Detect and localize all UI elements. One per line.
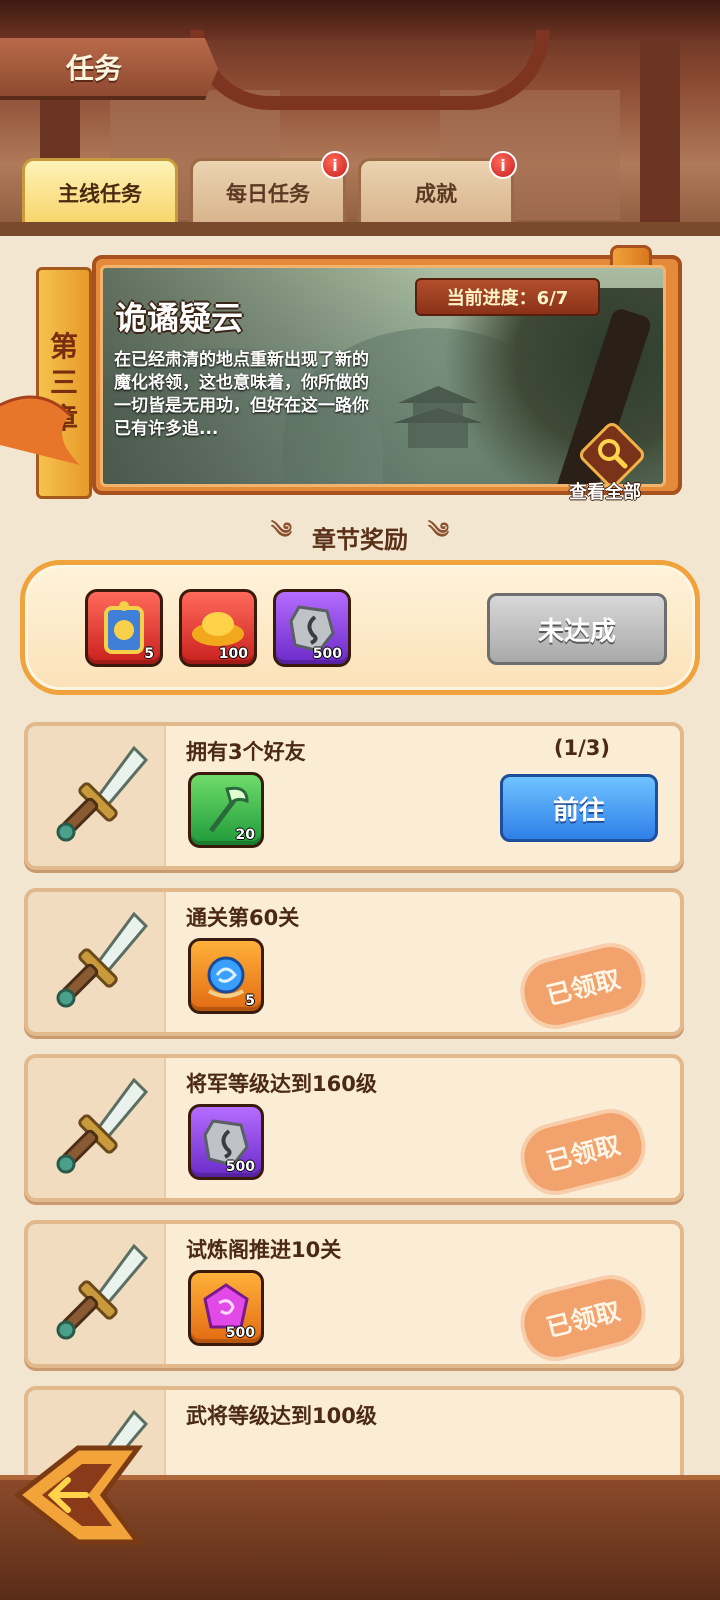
chapter-reward-header: ༄ 章节奖励 ༄ — [0, 515, 720, 559]
view-all-button[interactable]: 查看全部 — [555, 419, 655, 503]
task-name: 通关第60关 — [186, 906, 300, 930]
drape — [190, 30, 550, 110]
chapter-reward-panel: 5 100 500 未达成 — [20, 560, 700, 695]
task-row: 拥有3个好友 (1/3) 20 前往 — [24, 722, 684, 870]
gold-ingot-icon — [192, 612, 244, 646]
task-name: 拥有3个好友 — [186, 740, 306, 764]
claimed-stamp: 已领取 — [518, 1272, 648, 1364]
general-token-icon — [104, 601, 144, 654]
task-reward-item[interactable]: 500 — [188, 1104, 264, 1180]
task-icon-panel — [28, 892, 166, 1032]
task-reward-item[interactable]: 500 — [188, 1270, 264, 1346]
task-reward-item[interactable]: 20 — [188, 772, 264, 848]
sword-icon — [56, 911, 149, 1008]
tab-label: 成就 — [415, 181, 457, 206]
task-row: 将军等级达到160级 500 已领取 — [24, 1054, 684, 1202]
tab-label: 主线任务 — [58, 181, 142, 206]
back-arrow-icon[interactable] — [8, 1440, 148, 1550]
task-name: 试炼阁推进10关 — [186, 1238, 342, 1262]
task-name: 将军等级达到160级 — [186, 1072, 377, 1096]
chapter-description: 在已经肃清的地点重新出现了新的魔化将领，这也意味着，你所做的一切皆是无用功，但好… — [114, 350, 369, 439]
sword-icon — [56, 1243, 149, 1340]
task-icon-panel — [28, 1224, 166, 1364]
task-progress: (1/3) — [553, 736, 610, 760]
reward-item[interactable]: 500 — [273, 589, 351, 667]
tab-achievements[interactable]: 成就 i — [358, 151, 517, 224]
task-row: 通关第60关 5 已领取 — [24, 888, 684, 1036]
tab-main-quest[interactable]: 主线任务 — [22, 158, 178, 224]
chapter-card[interactable]: 第 三 章 诡谲疑云 在已经肃清的地点重新出现了新的魔化将领，这也意味着，你所做… — [30, 245, 690, 510]
magnifier-icon — [598, 439, 628, 469]
reward-count: 500 — [312, 646, 342, 662]
blue-orb-icon — [207, 956, 245, 998]
view-all-label: 查看全部 — [569, 482, 641, 503]
page-title-banner: 任务 — [0, 38, 218, 100]
notification-badge-icon: i — [321, 151, 349, 179]
page-title: 任务 — [66, 52, 123, 85]
tab-bar: 主线任务 每日任务 i 成就 i — [22, 151, 517, 224]
task-icon-panel — [28, 726, 166, 866]
chapter-tag-char: 第 — [49, 330, 78, 363]
task-reward-item[interactable]: 5 — [188, 938, 264, 1014]
reward-count: 5 — [144, 646, 154, 662]
chapter-progress: 当前进度：6/7 — [415, 278, 600, 316]
task-row: 试炼阁推进10关 500 已领取 — [24, 1220, 684, 1368]
curl-right-icon: ༄ — [428, 519, 450, 544]
sword-icon — [56, 1077, 149, 1174]
sword-icon — [56, 745, 149, 842]
ribbon-decoration — [0, 395, 80, 465]
claim-chapter-reward-button[interactable]: 未达成 — [487, 593, 667, 665]
reward-count: 5 — [245, 993, 255, 1009]
chapter-reward-title: 章节奖励 — [312, 525, 408, 554]
task-name: 武将等级达到100级 — [186, 1404, 377, 1428]
pillar-right — [640, 40, 680, 235]
tab-underline — [0, 222, 720, 236]
claimed-stamp: 已领取 — [518, 940, 648, 1032]
tab-daily-quest[interactable]: 每日任务 i — [190, 151, 349, 224]
reward-item[interactable]: 5 — [85, 589, 163, 667]
reward-count: 500 — [225, 1325, 255, 1341]
task-icon-panel — [28, 1058, 166, 1198]
reward-count: 500 — [225, 1159, 255, 1175]
curl-left-icon: ༄ — [270, 519, 292, 544]
notification-badge-icon: i — [489, 151, 517, 179]
reward-count: 100 — [218, 646, 248, 662]
chapter-title: 诡谲疑云 — [115, 299, 244, 337]
reward-item[interactable]: 100 — [179, 589, 257, 667]
claimed-stamp: 已领取 — [518, 1106, 648, 1198]
go-button[interactable]: 前往 — [500, 774, 658, 842]
tab-label: 每日任务 — [226, 181, 310, 206]
reward-count: 20 — [235, 827, 255, 843]
